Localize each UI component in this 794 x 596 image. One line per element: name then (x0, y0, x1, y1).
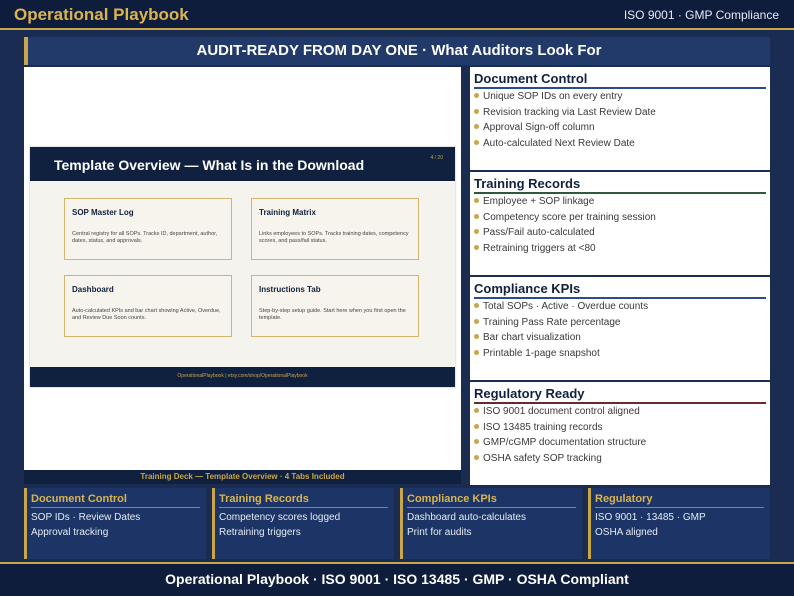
summary-card-title: Compliance KPIs (407, 493, 497, 505)
list-item: Revision tracking via Last Review Date (474, 105, 656, 121)
bullet-dot-icon (474, 439, 479, 444)
list-item: Training Pass Rate percentage (474, 315, 648, 331)
bullet-dot-icon (474, 244, 479, 250)
top-bar: Operational Playbook ISO 9001 · GMP Comp… (0, 0, 794, 30)
panel-training-records: Training Records Employee + SOP linkage … (470, 172, 770, 275)
panel-list: ISO 9001 document control aligned ISO 13… (474, 404, 646, 466)
card-title: Instructions Tab (259, 285, 321, 294)
template-card-dashboard: Dashboard Auto-calculated KPIs and bar c… (64, 275, 232, 337)
footer-text: Operational Playbook · ISO 9001 · ISO 13… (165, 571, 629, 587)
list-item: Pass/Fail auto-calculated (474, 225, 656, 241)
summary-card-line: Dashboard auto-calculates (407, 512, 526, 523)
card-description: Auto-calculated KPIs and bar chart showi… (72, 308, 221, 321)
list-item: Auto-calculated Next Review Date (474, 136, 656, 152)
summary-card-title: Document Control (31, 493, 127, 505)
summary-card-divider (407, 507, 576, 508)
slide-title: Template Overview — What Is in the Downl… (54, 157, 365, 173)
panel-list: Unique SOP IDs on every entry Revision t… (474, 89, 656, 151)
list-item: ISO 13485 training records (474, 420, 646, 436)
summary-card-line: ISO 9001 · 13485 · GMP (595, 512, 706, 523)
summary-card-divider (31, 507, 200, 508)
card-title: Dashboard (72, 285, 114, 294)
template-card-sop-master-log: SOP Master Log Central registry for all … (64, 198, 232, 260)
summary-card-line: Competency scores logged (219, 512, 341, 523)
summary-card-regulatory: Regulatory ISO 9001 · 13485 · GMP OSHA a… (588, 488, 770, 559)
template-card-instructions-tab: Instructions Tab Step-by-step setup guid… (251, 275, 419, 337)
bullet-dot-icon (474, 349, 479, 355)
list-item: Retraining triggers at <80 (474, 241, 656, 257)
card-description: Links employees to SOPs. Tracks training… (259, 231, 409, 244)
template-card-training-matrix: Training Matrix Links employees to SOPs.… (251, 198, 419, 260)
list-item: GMP/cGMP documentation structure (474, 435, 646, 451)
summary-card-document-control: Document Control SOP IDs · Review Dates … (24, 488, 206, 559)
brand-title: Operational Playbook (14, 5, 189, 24)
bullet-dot-icon (474, 124, 479, 129)
panel-regulatory-ready: Regulatory Ready ISO 9001 document contr… (470, 382, 770, 485)
panel-compliance-kpis: Compliance KPIs Total SOPs · Active · Ov… (470, 277, 770, 380)
banner-text: AUDIT-READY FROM DAY ONE · What Auditors… (196, 42, 602, 59)
bullet-dot-icon (474, 454, 479, 460)
list-item: Approval Sign-off column (474, 120, 656, 136)
summary-card-line: SOP IDs · Review Dates (31, 512, 141, 523)
panel-title: Document Control (474, 71, 588, 86)
bullet-dot-icon (474, 93, 479, 98)
summary-card-divider (219, 507, 388, 508)
preview-caption: Training Deck — Template Overview · 4 Ta… (24, 470, 461, 484)
summary-card-line: Print for audits (407, 527, 472, 538)
list-item: ISO 9001 document control aligned (474, 404, 646, 420)
list-item: Employee + SOP linkage (474, 194, 656, 210)
bullet-dot-icon (474, 303, 479, 308)
list-item: Printable 1-page snapshot (474, 346, 648, 362)
bottom-bar: Operational Playbook · ISO 9001 · ISO 13… (0, 562, 794, 596)
slide-footer-text: OperationalPlaybook | etsy.com/shop/Oper… (177, 373, 308, 379)
card-description: Central registry for all SOPs. Tracks ID… (72, 231, 218, 244)
summary-card-compliance-kpis: Compliance KPIs Dashboard auto-calculate… (400, 488, 582, 559)
bullet-dot-icon (474, 318, 479, 324)
summary-card-line: Retraining triggers (219, 527, 301, 538)
summary-card-line: Approval tracking (31, 527, 109, 538)
bullet-dot-icon (474, 334, 479, 339)
card-description: Step-by-step setup guide. Start here whe… (259, 308, 406, 321)
list-item: Unique SOP IDs on every entry (474, 89, 656, 105)
panel-list: Employee + SOP linkage Competency score … (474, 194, 656, 256)
summary-card-title: Regulatory (595, 493, 653, 505)
list-item: OSHA safety SOP tracking (474, 451, 646, 467)
slide-footer: OperationalPlaybook | etsy.com/shop/Oper… (30, 367, 455, 387)
bullet-dot-icon (474, 229, 479, 234)
panel-list: Total SOPs · Active · Overdue counts Tra… (474, 299, 648, 361)
panel-title: Training Records (474, 176, 581, 191)
summary-card-divider (595, 507, 764, 508)
slide: Template Overview — What Is in the Downl… (30, 147, 455, 387)
card-title: Training Matrix (259, 208, 316, 217)
summary-card-title: Training Records (219, 493, 309, 505)
list-item: Total SOPs · Active · Overdue counts (474, 299, 648, 315)
panel-title: Compliance KPIs (474, 281, 581, 296)
list-item: Competency score per training session (474, 210, 656, 226)
list-item: Bar chart visualization (474, 330, 648, 346)
section-banner: AUDIT-READY FROM DAY ONE · What Auditors… (24, 37, 770, 65)
header-tagline: ISO 9001 · GMP Compliance (623, 8, 779, 22)
bullet-dot-icon (474, 213, 479, 219)
bullet-dot-icon (474, 423, 479, 429)
summary-card-training-records: Training Records Competency scores logge… (212, 488, 394, 559)
panel-title: Regulatory Ready (474, 386, 585, 401)
summary-card-line: OSHA aligned (595, 527, 658, 538)
panel-document-control: Document Control Unique SOP IDs on every… (470, 67, 770, 170)
card-title: SOP Master Log (72, 208, 134, 217)
slide-preview: Template Overview — What Is in the Downl… (24, 67, 461, 470)
bullet-dot-icon (474, 139, 479, 145)
bullet-dot-icon (474, 108, 479, 114)
slide-header: Template Overview — What Is in the Downl… (30, 147, 455, 181)
slide-page-number: 4 / 20 (430, 155, 443, 161)
bullet-dot-icon (474, 408, 479, 413)
bullet-dot-icon (474, 198, 479, 203)
